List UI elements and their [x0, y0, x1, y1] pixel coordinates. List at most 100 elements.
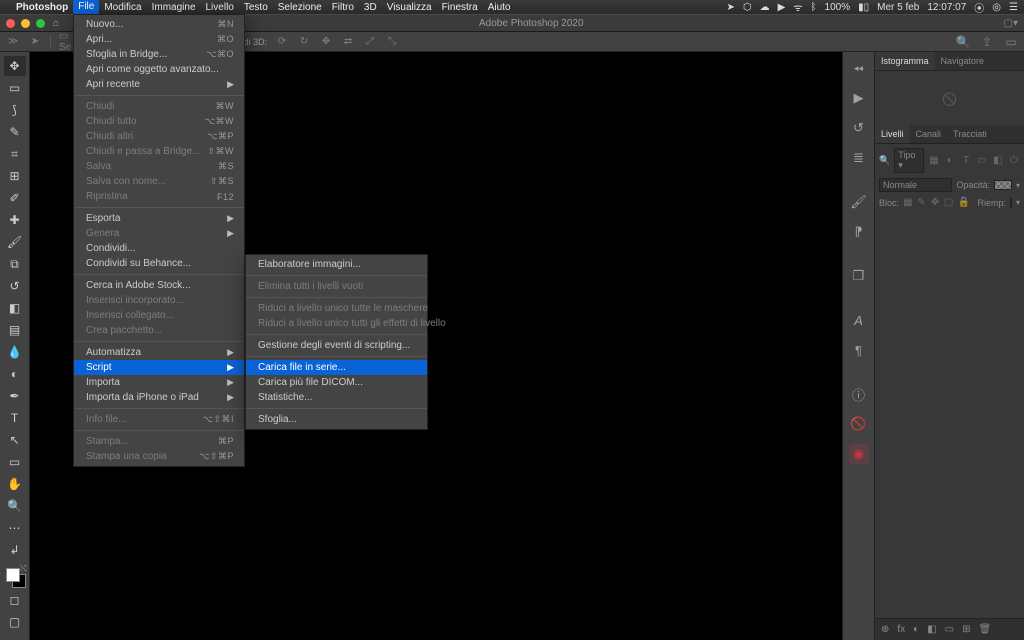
- color-swatches[interactable]: ⤭: [4, 566, 26, 588]
- brush-tool[interactable]: 🖌: [4, 232, 26, 252]
- share-icon[interactable]: ⇪: [980, 35, 994, 49]
- menu-filtro[interactable]: Filtro: [332, 2, 354, 13]
- file-menu-item-2[interactable]: Sfoglia in Bridge...⌥⌘O: [74, 47, 244, 62]
- mask-icon[interactable]: ◐: [913, 624, 919, 635]
- workspace-chooser-icon[interactable]: ▢▾: [1004, 18, 1018, 29]
- file-menu-item-25[interactable]: Script▶: [74, 360, 244, 375]
- fill-dropdown[interactable]: ▾: [1016, 198, 1020, 207]
- edit-toolbar[interactable]: ↲: [4, 540, 26, 560]
- fx-icon[interactable]: fx: [897, 624, 905, 635]
- filter-shape-icon[interactable]: ▭: [976, 155, 988, 166]
- record-panel-icon[interactable]: ◉: [849, 444, 869, 464]
- script-sub-item-9[interactable]: Carica file in serie...: [246, 360, 427, 375]
- siri-icon[interactable]: ◎: [992, 2, 1001, 13]
- menu-testo[interactable]: Testo: [244, 2, 268, 13]
- search-icon[interactable]: 🔍: [956, 35, 970, 49]
- glyphs-panel-icon[interactable]: A: [849, 310, 869, 330]
- lock-nest-icon[interactable]: ▢: [944, 197, 954, 208]
- script-sub-item-11[interactable]: Statistiche...: [246, 390, 427, 405]
- new-layer-icon[interactable]: ⊞: [962, 624, 970, 635]
- panel-toggle-icon[interactable]: ≫: [6, 35, 20, 49]
- history-panel-icon[interactable]: ↺: [849, 118, 869, 138]
- menu-3d[interactable]: 3D: [364, 2, 377, 13]
- crop-tool[interactable]: ⌗: [4, 144, 26, 164]
- opacity-dropdown[interactable]: ▾: [1016, 181, 1020, 190]
- lock-all-icon[interactable]: 🔒: [957, 197, 969, 208]
- file-menu-item-4[interactable]: Apri recente▶: [74, 77, 244, 92]
- lock-pixels-icon[interactable]: ✎: [917, 197, 927, 208]
- menu-file[interactable]: File: [73, 0, 99, 14]
- 3d-dolly-icon[interactable]: ⤡: [385, 35, 399, 49]
- fill-slider[interactable]: [1010, 198, 1012, 208]
- character-panel-icon[interactable]: ⁋: [849, 222, 869, 242]
- filter-toggle-icon[interactable]: ⏻: [1008, 155, 1020, 166]
- path-tool[interactable]: ↖: [4, 430, 26, 450]
- properties-panel-icon[interactable]: ≣: [849, 148, 869, 168]
- select-mode-icon[interactable]: ▭ Se: [59, 35, 73, 49]
- filter-search-icon[interactable]: 🔍: [879, 155, 890, 166]
- hand-tool[interactable]: ✋: [4, 474, 26, 494]
- filter-kind-select[interactable]: Tipo ▾: [894, 148, 924, 173]
- menu-livello[interactable]: Livello: [206, 2, 234, 13]
- tab-tracciati[interactable]: Tracciati: [947, 125, 993, 143]
- file-menu-item-17[interactable]: Condividi su Behance...: [74, 256, 244, 271]
- window-close-button[interactable]: [6, 19, 15, 28]
- file-menu-item-19[interactable]: Cerca in Adobe Stock...: [74, 278, 244, 293]
- file-menu-item-3[interactable]: Apri come oggetto avanzato...: [74, 62, 244, 77]
- quickselect-tool[interactable]: ✎: [4, 122, 26, 142]
- pen-tool[interactable]: ✒: [4, 386, 26, 406]
- move-tool[interactable]: ✥: [4, 56, 26, 76]
- tab-navigatore[interactable]: Navigatore: [935, 52, 991, 70]
- filter-pixel-icon[interactable]: ▦: [928, 155, 940, 166]
- adjustment-icon[interactable]: ◧: [927, 624, 936, 635]
- pointer-tool-icon[interactable]: ➤: [28, 35, 42, 49]
- script-sub-item-13[interactable]: Sfoglia...: [246, 412, 427, 427]
- file-menu-item-0[interactable]: Nuovo...⌘N: [74, 17, 244, 32]
- spotlight-icon[interactable]: ⦿: [974, 0, 984, 15]
- tab-livelli[interactable]: Livelli: [875, 125, 910, 143]
- paragraph-panel-icon[interactable]: ¶: [849, 340, 869, 360]
- menu-modifica[interactable]: Modifica: [104, 2, 141, 13]
- lock-trans-icon[interactable]: ▦: [903, 197, 913, 208]
- quickmask-tool[interactable]: ◻: [4, 590, 26, 610]
- more-tools[interactable]: ⋯: [4, 518, 26, 538]
- screenmode-tool[interactable]: ▢: [4, 612, 26, 632]
- lock-position-icon[interactable]: ✥: [930, 197, 940, 208]
- zoom-tool[interactable]: 🔍: [4, 496, 26, 516]
- trash-icon[interactable]: 🗑: [979, 624, 992, 635]
- filter-smart-icon[interactable]: ◧: [992, 155, 1004, 166]
- 3d-pan-icon[interactable]: ✥: [319, 35, 333, 49]
- script-sub-item-0[interactable]: Elaboratore immagini...: [246, 257, 427, 272]
- window-minimize-button[interactable]: [21, 19, 30, 28]
- file-menu-item-26[interactable]: Importa▶: [74, 375, 244, 390]
- link-layers-icon[interactable]: ⊕: [881, 624, 889, 635]
- notifications-icon[interactable]: ☰: [1009, 2, 1018, 13]
- window-maximize-button[interactable]: [36, 19, 45, 28]
- 3d-panel-icon[interactable]: ❒: [849, 266, 869, 286]
- swap-colors-icon[interactable]: ⤭: [20, 564, 26, 574]
- 3d-orbit-icon[interactable]: ⟳: [275, 35, 289, 49]
- history-brush-tool[interactable]: ↺: [4, 276, 26, 296]
- gradient-tool[interactable]: ▤: [4, 320, 26, 340]
- app-name[interactable]: Photoshop: [16, 2, 68, 13]
- 3d-slide-icon[interactable]: ⇄: [341, 35, 355, 49]
- frame-tool[interactable]: ⊞: [4, 166, 26, 186]
- menu-visualizza[interactable]: Visualizza: [387, 2, 432, 13]
- file-menu-item-16[interactable]: Condividi...: [74, 241, 244, 256]
- actions-panel-icon[interactable]: ▶: [849, 88, 869, 108]
- clone-tool[interactable]: ⧉: [4, 254, 26, 274]
- file-menu-item-14[interactable]: Esporta▶: [74, 211, 244, 226]
- filter-adjust-icon[interactable]: ◐: [944, 155, 956, 166]
- quickmask-icon[interactable]: ▭: [1004, 35, 1018, 49]
- type-tool[interactable]: T: [4, 408, 26, 428]
- block-panel-icon[interactable]: 🚫: [849, 414, 869, 434]
- tab-istogramma[interactable]: Istogramma: [875, 52, 935, 70]
- info-panel-icon[interactable]: ⓘ: [849, 384, 869, 404]
- file-menu-item-24[interactable]: Automatizza▶: [74, 345, 244, 360]
- foreground-color[interactable]: [6, 568, 20, 582]
- eraser-tool[interactable]: ◧: [4, 298, 26, 318]
- menu-selezione[interactable]: Selezione: [278, 2, 322, 13]
- dodge-tool[interactable]: ◐: [4, 364, 26, 384]
- artboard-tool[interactable]: ▭: [4, 78, 26, 98]
- menu-immagine[interactable]: Immagine: [152, 2, 196, 13]
